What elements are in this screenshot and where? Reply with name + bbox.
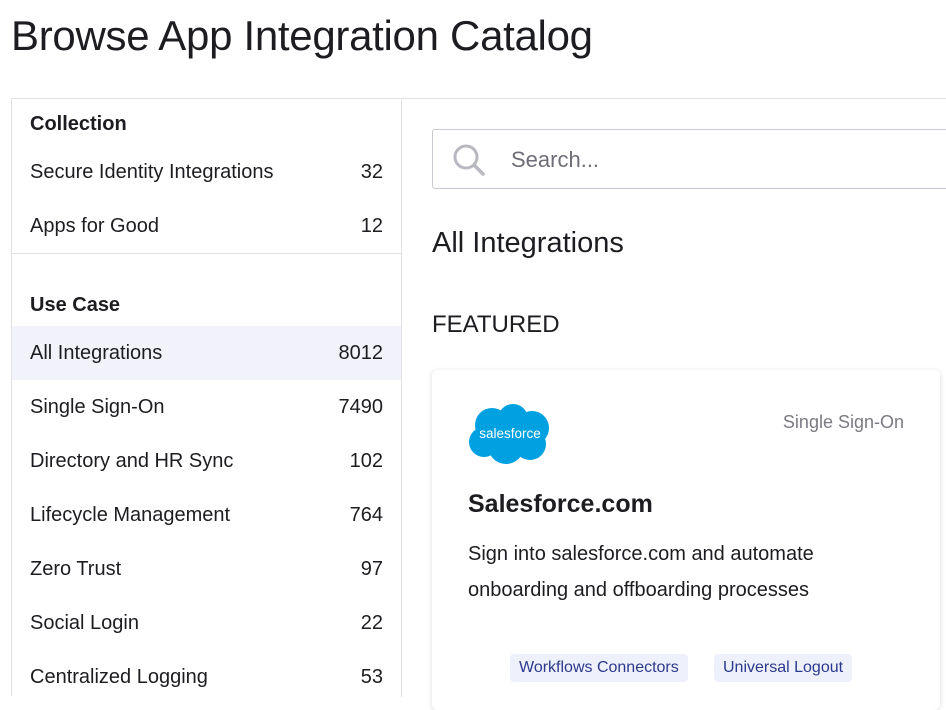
sidebar-item-social-login[interactable]: Social Login 22 — [12, 596, 401, 650]
use-case-section-title: Use Case — [30, 294, 121, 316]
sidebar-item-label: Single Sign-On — [30, 395, 165, 418]
search-input[interactable] — [509, 140, 946, 180]
sidebar-item-label: All Integrations — [30, 341, 163, 364]
sidebar-item-count: 53 — [360, 665, 383, 688]
page-title: Browse App Integration Catalog — [11, 12, 593, 59]
sidebar-item-count: 12 — [360, 214, 383, 237]
card-title: Salesforce.com — [468, 490, 653, 518]
sidebar-item-directory-and-hr-sync[interactable]: Directory and HR Sync 102 — [12, 434, 401, 488]
sidebar-item-count: 32 — [360, 160, 383, 183]
tag-workflows-connectors[interactable]: Workflows Connectors — [510, 654, 688, 682]
card-description: Sign into salesforce.com and automate on… — [468, 536, 888, 608]
sidebar-item-secure-identity-integrations[interactable]: Secure Identity Integrations 32 — [12, 145, 401, 199]
card-category: Single Sign-On — [782, 412, 904, 432]
sidebar-item-count: 97 — [360, 557, 383, 580]
featured-label: FEATURED — [432, 311, 560, 338]
sidebar-item-single-sign-on[interactable]: Single Sign-On 7490 — [12, 380, 401, 434]
main-content: All Integrations FEATURED salesforce Sin… — [402, 99, 946, 710]
search-icon — [453, 144, 485, 176]
salesforce-logo-text: salesforce — [479, 426, 541, 441]
sidebar-item-count: 102 — [349, 449, 383, 472]
sidebar-item-lifecycle-management[interactable]: Lifecycle Management 764 — [12, 488, 401, 542]
salesforce-logo: salesforce — [469, 404, 549, 464]
catalog-layout: Collection Secure Identity Integrations … — [11, 98, 946, 710]
sidebar-item-count: 764 — [349, 503, 383, 526]
sidebar-divider — [12, 253, 401, 254]
tag-universal-logout[interactable]: Universal Logout — [714, 654, 853, 682]
sidebar-item-label: Apps for Good — [30, 214, 159, 237]
collection-section-title: Collection — [30, 113, 127, 135]
sidebar-item-apps-for-good[interactable]: Apps for Good 12 — [12, 199, 401, 253]
sidebar-item-label: Centralized Logging — [30, 665, 208, 688]
featured-card-salesforce[interactable]: salesforce Single Sign-On Salesforce.com… — [432, 370, 940, 710]
sidebar-item-count: 22 — [360, 611, 383, 634]
sidebar-item-label: Secure Identity Integrations — [30, 160, 274, 183]
sidebar-item-zero-trust[interactable]: Zero Trust 97 — [12, 542, 401, 596]
sidebar-item-all-integrations[interactable]: All Integrations 8012 — [12, 326, 401, 380]
card-description-line: Sign into salesforce.com and automate — [468, 543, 814, 565]
sidebar-item-count: 7490 — [338, 395, 384, 418]
sidebar-item-count: 8012 — [338, 341, 384, 364]
sidebar-item-label: Social Login — [30, 611, 139, 634]
sidebar-item-label: Zero Trust — [30, 557, 122, 580]
card-description-line: onboarding and offboarding processes — [468, 579, 809, 601]
sidebar-item-label: Directory and HR Sync — [30, 449, 234, 472]
main-heading: All Integrations — [432, 227, 624, 259]
sidebar-item-label: Lifecycle Management — [30, 503, 231, 526]
sidebar: Collection Secure Identity Integrations … — [12, 99, 402, 697]
search-box[interactable] — [432, 129, 946, 189]
